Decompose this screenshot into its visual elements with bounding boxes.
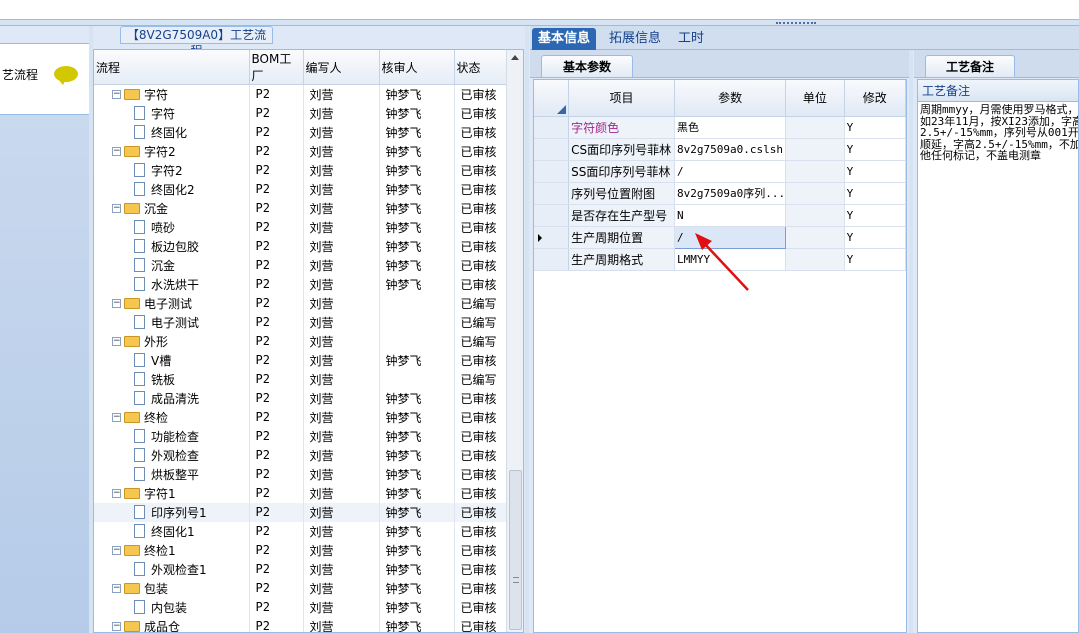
annotation-arrow bbox=[695, 233, 749, 291]
arrow-line bbox=[702, 241, 749, 291]
